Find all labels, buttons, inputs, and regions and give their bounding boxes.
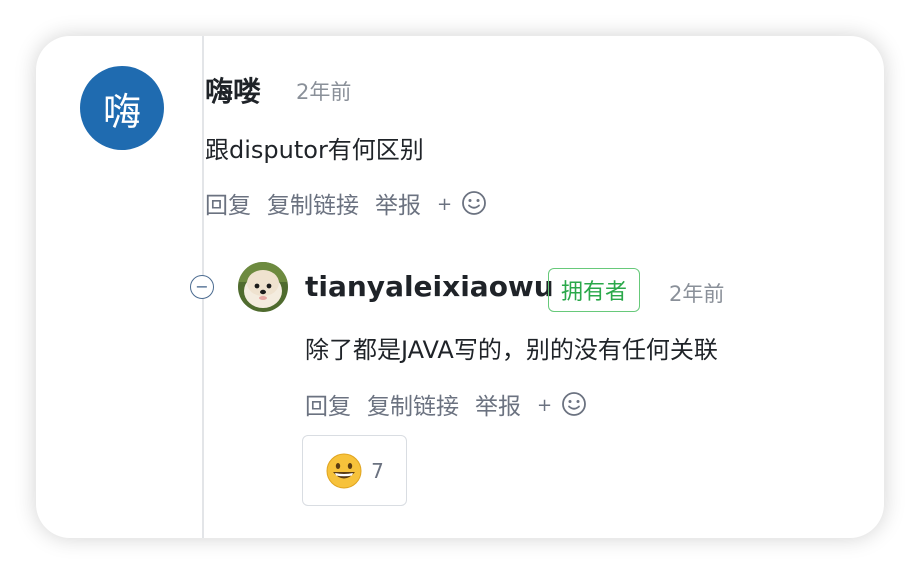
owner-badge: 拥有者 — [548, 268, 640, 312]
collapse-thread-button[interactable]: − — [190, 275, 214, 299]
reaction-button[interactable]: 7 — [302, 435, 407, 506]
smiley-icon — [562, 392, 587, 417]
comment-content: 跟disputor有何区别 — [205, 136, 424, 164]
comment-card: 嗨 嗨喽 2年前 跟disputor有何区别 回复 复制链接 举报 + − ti… — [36, 36, 884, 538]
reply-button[interactable]: 回复 — [305, 387, 351, 421]
reply-time: 2年前 — [669, 282, 725, 306]
reaction-count: 7 — [371, 458, 384, 483]
copy-link-button[interactable]: 复制链接 — [267, 186, 359, 220]
reply-actions: 回复 复制链接 举报 + — [305, 387, 587, 421]
smiley-icon — [462, 191, 487, 216]
reply-button[interactable]: 回复 — [205, 186, 251, 220]
avatar[interactable]: 嗨 — [80, 66, 164, 150]
copy-link-button[interactable]: 复制链接 — [367, 387, 459, 421]
report-button[interactable]: 举报 — [475, 387, 521, 421]
dog-avatar-icon — [238, 262, 288, 312]
minus-icon: − — [195, 277, 209, 296]
comment-actions: 回复 复制链接 举报 + — [205, 186, 487, 220]
report-button[interactable]: 举报 — [375, 186, 421, 220]
comment-author[interactable]: 嗨喽 — [205, 70, 261, 110]
reply-author[interactable]: tianyaleixiaowu — [305, 270, 554, 303]
plus-icon: + — [437, 193, 453, 215]
reply-avatar[interactable] — [238, 262, 288, 312]
reply-content: 除了都是JAVA写的，别的没有任何关联 — [305, 336, 718, 364]
add-reaction-button[interactable]: + — [537, 391, 587, 418]
comment-time: 2年前 — [296, 80, 352, 104]
plus-icon: + — [537, 394, 553, 416]
grinning-face-icon — [326, 453, 362, 488]
add-reaction-button[interactable]: + — [437, 190, 487, 217]
